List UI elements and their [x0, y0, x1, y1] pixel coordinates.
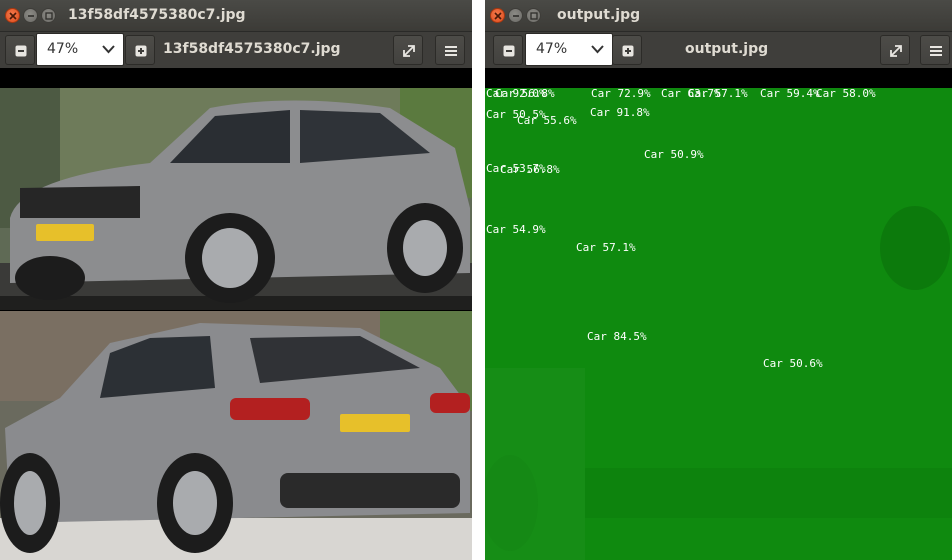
detection-label: Car 58.0%	[816, 87, 876, 100]
detection-label: Car 50.9%	[644, 148, 704, 161]
zoom-out-icon	[503, 45, 515, 57]
image-canvas[interactable]: Car 92.0% Car 56.8% Car 72.9% Car 63.7% …	[485, 68, 952, 560]
menu-icon	[930, 46, 942, 56]
minimize-icon[interactable]	[23, 8, 38, 23]
menu-icon	[445, 46, 457, 56]
close-icon[interactable]	[5, 8, 20, 23]
detection-labels: Car 92.0% Car 56.8% Car 72.9% Car 63.7% …	[485, 88, 952, 558]
chevron-down-icon	[591, 45, 604, 54]
detection-label: Car 55.6%	[517, 114, 577, 127]
detection-label: Car 72.9%	[591, 87, 651, 100]
zoom-level-select[interactable]: 47%	[525, 33, 613, 66]
window-title: 13f58df4575380c7.jpg	[68, 7, 246, 23]
detection-label: Car 57.1%	[688, 87, 748, 100]
toolbar: 47% 13f58df4575380c7.jpg	[0, 32, 472, 68]
title-bar[interactable]: output.jpg	[485, 0, 952, 32]
detection-label: Car 56.8%	[495, 87, 555, 100]
menu-button[interactable]	[920, 35, 950, 65]
fullscreen-icon	[890, 45, 902, 57]
detection-label: Car 57.1%	[576, 241, 636, 254]
image-viewer-window-right: output.jpg 47% output.jpg Car 92.0% Car …	[485, 0, 952, 560]
maximize-icon[interactable]	[526, 8, 541, 23]
fullscreen-icon	[403, 45, 415, 57]
zoom-out-button[interactable]	[493, 35, 523, 65]
zoom-value: 47%	[536, 41, 568, 57]
detection-label: Car 84.5%	[587, 330, 647, 343]
car-photo	[0, 88, 472, 560]
zoom-level-select[interactable]: 47%	[36, 33, 124, 66]
detection-label: Car 56.8%	[500, 163, 560, 176]
image-canvas[interactable]	[0, 68, 472, 560]
window-title: output.jpg	[557, 7, 641, 23]
toolbar: 47% output.jpg	[485, 32, 952, 68]
detection-label: Car 50.6%	[763, 357, 823, 370]
fullscreen-button[interactable]	[393, 35, 423, 65]
fullscreen-button[interactable]	[880, 35, 910, 65]
zoom-out-icon	[15, 45, 27, 57]
zoom-in-button[interactable]	[612, 35, 642, 65]
detection-label: Car 54.9%	[486, 223, 546, 236]
chevron-down-icon	[102, 45, 115, 54]
title-bar[interactable]: 13f58df4575380c7.jpg	[0, 0, 472, 32]
zoom-in-icon	[135, 45, 147, 57]
minimize-icon[interactable]	[508, 8, 523, 23]
zoom-out-button[interactable]	[5, 35, 35, 65]
image-viewer-window-left: 13f58df4575380c7.jpg 47% 13f58df4575380c…	[0, 0, 472, 560]
zoom-in-button[interactable]	[125, 35, 155, 65]
zoom-in-icon	[622, 45, 634, 57]
menu-button[interactable]	[435, 35, 465, 65]
file-name: output.jpg	[685, 41, 769, 57]
file-name: 13f58df4575380c7.jpg	[163, 41, 341, 57]
zoom-value: 47%	[47, 41, 79, 57]
close-icon[interactable]	[490, 8, 505, 23]
maximize-icon[interactable]	[41, 8, 56, 23]
detection-label: Car 91.8%	[590, 106, 650, 119]
detection-label: Car 59.4%	[760, 87, 820, 100]
